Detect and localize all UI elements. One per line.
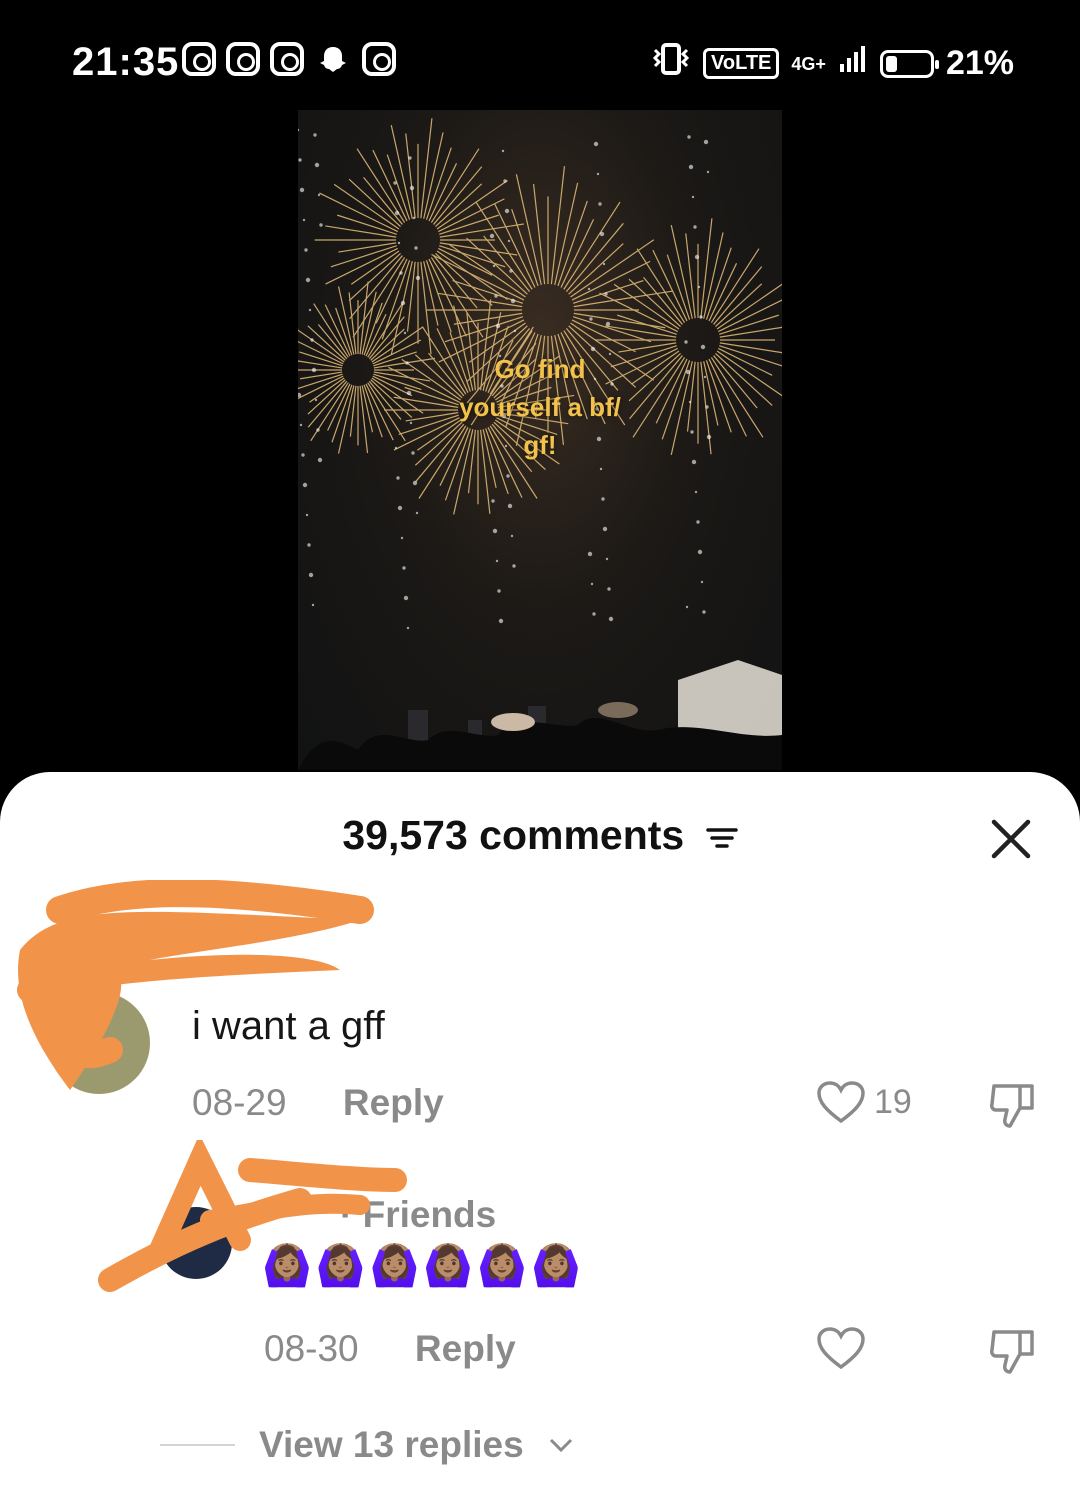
comments-count-title: 39,573 comments	[342, 812, 685, 858]
system-indicators: VoLTE 4G+ 21%	[651, 42, 1014, 85]
caption-line: Go find	[494, 354, 586, 384]
friends-label: · Friends	[340, 1194, 497, 1235]
like-button[interactable]: 19	[816, 1080, 912, 1124]
vibrate-icon	[651, 42, 691, 85]
volte-badge: VoLTE	[703, 48, 780, 79]
comment-meta: 08-29 Reply	[192, 1082, 444, 1124]
comment-date: 08-30	[264, 1328, 359, 1369]
view-replies-button[interactable]: View 13 replies	[160, 1424, 574, 1466]
status-bar: 21:35 VoLTE 4G+ 21%	[0, 0, 1080, 110]
avatar[interactable]	[160, 1207, 232, 1279]
signal-icon	[838, 44, 868, 83]
caption-line: gf!	[523, 430, 557, 460]
comments-sheet: 39,573 comments i want a gff 08-29 Reply…	[0, 772, 1080, 1490]
dislike-icon[interactable]	[988, 1082, 1040, 1135]
view-replies-label: View 13 replies	[259, 1424, 524, 1465]
close-icon[interactable]	[986, 814, 1036, 864]
divider	[160, 1444, 235, 1446]
comment-text: i want a gff	[192, 1004, 385, 1048]
snapchat-icon	[314, 42, 352, 80]
notification-icons	[182, 42, 396, 80]
video-caption: Go find yourself a bf/ gf!	[298, 350, 782, 464]
comment-text: 🙆🏽‍♀️🙆🏽‍♀️🙆🏽‍♀️🙆🏽‍♀️🙆🏽‍♀️🙆🏽‍♀️	[262, 1244, 585, 1288]
status-time: 21:35	[72, 40, 180, 84]
instagram-icon	[362, 42, 396, 76]
chevron-down-icon	[549, 1438, 572, 1453]
instagram-icon	[226, 42, 260, 76]
heart-icon	[817, 1081, 865, 1124]
instagram-icon	[182, 42, 216, 76]
comment-meta: 08-30 Reply	[264, 1328, 516, 1370]
caption-line: yourself a bf/	[459, 392, 621, 422]
battery-icon	[879, 49, 939, 78]
filter-icon[interactable]	[705, 815, 738, 862]
comment-date: 08-29	[192, 1082, 287, 1123]
battery-percent: 21%	[945, 44, 1014, 82]
comments-header: 39,573 comments	[0, 812, 1080, 862]
reply-button[interactable]: Reply	[343, 1082, 444, 1123]
network-type: 4G+	[791, 53, 826, 74]
dislike-icon[interactable]	[988, 1328, 1040, 1381]
reply-button[interactable]: Reply	[415, 1328, 516, 1369]
instagram-icon	[270, 42, 304, 76]
video-player[interactable]: Go find yourself a bf/ gf!	[298, 110, 782, 770]
like-count: 19	[874, 1082, 912, 1121]
crowd-silhouette	[298, 660, 782, 770]
heart-icon	[817, 1327, 865, 1370]
like-button[interactable]	[816, 1326, 866, 1370]
avatar[interactable]	[48, 992, 150, 1094]
